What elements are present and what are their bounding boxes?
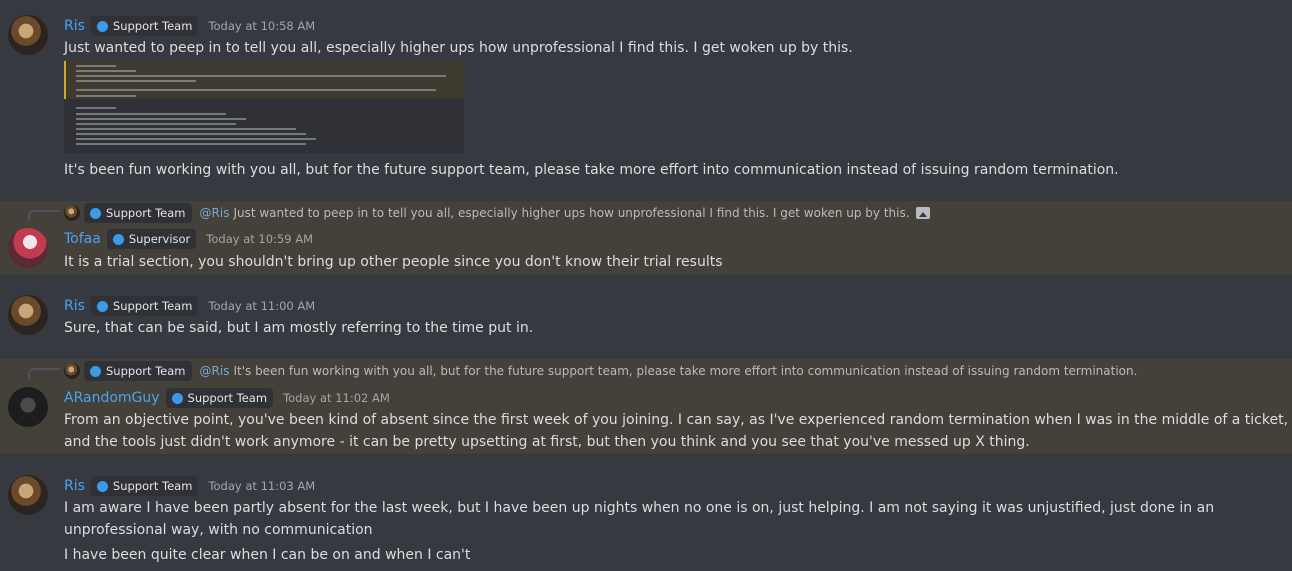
message-ris-2: Ris Support Team Today at 11:00 AM Sure,…	[0, 290, 1292, 350]
message-text: It's been fun working with you all, but …	[64, 162, 1119, 178]
role-badge: Support Team	[84, 203, 192, 223]
role-badge: Support Team	[84, 361, 192, 381]
timestamp: Today at 11:02 AM	[283, 391, 390, 405]
reply-avatar	[64, 363, 80, 379]
username[interactable]: Ris	[64, 298, 85, 314]
message-arandomguy: Support Team @Ris It's been fun working …	[0, 359, 1292, 454]
username[interactable]: ARandomGuy	[64, 390, 160, 406]
role-badge[interactable]: Support Team	[90, 476, 199, 496]
timestamp: Today at 10:59 AM	[206, 232, 313, 246]
role-badge[interactable]: Support Team	[90, 296, 199, 316]
username[interactable]: Tofaa	[64, 231, 101, 247]
message-tofaa: Support Team @Ris Just wanted to peep in…	[0, 201, 1292, 274]
message-text: Sure, that can be said, but I am mostly …	[64, 320, 534, 336]
role-badge[interactable]: Support Team	[165, 388, 274, 408]
message-text: From an objective point, you've been kin…	[64, 412, 1289, 450]
role-dot-icon	[171, 392, 183, 404]
message-ris-1: Ris Support Team Today at 10:58 AM Just …	[0, 0, 1292, 196]
message-text: It is a trial section, you shouldn't bri…	[64, 254, 723, 270]
timestamp: Today at 10:58 AM	[208, 19, 316, 33]
reply-avatar	[64, 205, 80, 221]
username[interactable]: Ris	[64, 478, 85, 494]
avatar[interactable]	[8, 387, 48, 427]
mention[interactable]: @Ris	[200, 364, 230, 378]
screenshot-image[interactable]	[64, 61, 464, 153]
avatar[interactable]	[8, 228, 48, 268]
role-badge[interactable]: Supervisor	[106, 229, 197, 249]
reply-spine	[28, 368, 60, 379]
reply-reference[interactable]: Support Team @Ris Just wanted to peep in…	[64, 203, 930, 223]
role-dot-icon	[90, 207, 101, 219]
role-badge[interactable]: Support Team	[90, 16, 199, 36]
role-dot-icon	[90, 365, 101, 377]
role-dot-icon	[96, 20, 108, 32]
role-dot-icon	[112, 233, 124, 245]
avatar[interactable]	[8, 295, 48, 335]
message-text: Just wanted to peep in to tell you all, …	[64, 40, 853, 56]
message-ris-3: Ris Support Team Today at 11:03 AM I am …	[0, 470, 1292, 571]
avatar[interactable]	[8, 15, 48, 55]
avatar[interactable]	[8, 475, 48, 515]
timestamp: Today at 11:03 AM	[208, 479, 316, 493]
username[interactable]: Ris	[64, 18, 85, 34]
reply-text: Just wanted to peep in to tell you all, …	[233, 206, 910, 220]
mention[interactable]: @Ris	[200, 206, 230, 220]
role-dot-icon	[96, 300, 108, 312]
reply-reference[interactable]: Support Team @Ris It's been fun working …	[64, 361, 1137, 381]
reply-text: It's been fun working with you all, but …	[233, 364, 1138, 378]
role-dot-icon	[96, 480, 108, 492]
timestamp: Today at 11:00 AM	[208, 299, 316, 313]
message-text: I have been quite clear when I can be on…	[64, 547, 471, 563]
image-icon	[915, 207, 930, 219]
message-text: I am aware I have been partly absent for…	[64, 500, 1215, 538]
reply-spine	[28, 210, 60, 221]
